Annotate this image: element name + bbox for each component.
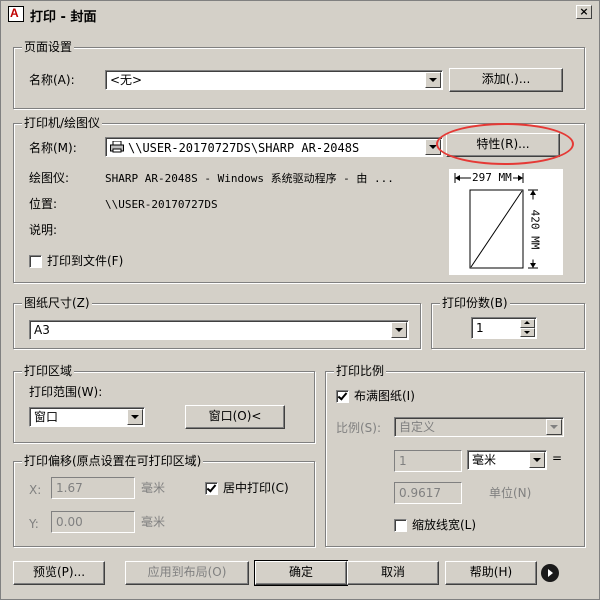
close-icon[interactable]: × [576,5,592,19]
plotter-label: 绘图仪: [29,171,70,185]
paper-height-label: 420 MM [528,199,542,260]
print-offset-group: 打印偏移(原点设置在可打印区域) [13,454,315,547]
offset-x-value: 1.67 [56,481,83,495]
decrement-arrow-icon[interactable] [520,328,535,337]
paper-size-legend: 图纸尺寸(Z) [22,296,92,310]
chevron-down-icon[interactable] [425,72,441,88]
scale-value2-field[interactable]: 0.9617 [394,482,462,504]
offset-y-value: 0.00 [56,515,83,529]
printer-legend: 打印机/绘图仪 [22,116,103,130]
description-label: 说明: [29,223,58,237]
scale-units-label: 单位(N) [489,486,532,500]
scale-value1-field[interactable]: 1 [394,450,462,472]
print-dialog: A 打印 - 封面 × 页面设置 名称(A): <无> 添加(.)... 打印机… [0,0,600,600]
page-setup-name-label: 名称(A): [29,73,75,87]
window-select-button[interactable]: 窗口(O)< [185,405,285,429]
autocad-app-icon: A [8,6,24,22]
add-page-setup-button[interactable]: 添加(.)... [449,68,563,92]
print-range-dropdown[interactable]: 窗口 [29,407,145,427]
highlight-ellipse [436,123,574,165]
copies-value: 1 [476,321,484,335]
scale-unit-dropdown[interactable]: 毫米 [467,450,547,470]
center-plot-label: 居中打印(C) [223,481,289,495]
printer-name-dropdown[interactable]: \\USER-20170727DS\SHARP AR-2048S [105,137,443,157]
ok-button[interactable]: 确定 [254,560,348,586]
app-icon-letter: A [10,6,19,20]
help-button[interactable]: 帮助(H) [445,561,537,585]
print-scale-legend: 打印比例 [334,364,387,378]
fit-to-paper-label: 布满图纸(I) [354,389,415,403]
print-range-label: 打印范围(W): [29,385,103,399]
increment-arrow-icon[interactable] [520,319,535,328]
offset-x-field[interactable]: 1.67 [51,477,135,499]
scale-value2: 0.9617 [399,486,441,500]
page-setup-name-value: <无> [110,73,143,87]
location-label: 位置: [29,197,58,211]
scale-unit-value: 毫米 [472,453,497,467]
paper-size-dropdown[interactable]: A3 [29,320,409,340]
scale-value: 自定义 [399,420,436,434]
center-plot-checkbox[interactable] [205,482,218,495]
chevron-down-icon[interactable] [391,322,407,338]
paper-preview-diagram [454,173,538,269]
paper-width-label: 297 MM [471,171,513,184]
title-bar: A 打印 - 封面 × [2,2,598,26]
chevron-down-icon[interactable] [529,452,545,468]
page-setup-legend: 页面设置 [22,40,75,54]
offset-y-label: Y: [29,517,39,531]
print-to-file-checkbox[interactable] [29,255,42,268]
printer-name-label: 名称(M): [29,141,77,155]
scale-lineweights-checkbox[interactable] [394,519,407,532]
copies-stepper[interactable]: 1 [471,317,537,339]
chevron-down-icon[interactable] [127,409,143,425]
offset-y-field[interactable]: 0.00 [51,511,135,533]
print-offset-legend: 打印偏移(原点设置在可打印区域) [22,454,204,468]
scale-dropdown[interactable]: 自定义 [394,417,564,437]
fit-to-paper-checkbox[interactable] [336,390,349,403]
print-area-legend: 打印区域 [22,364,75,378]
plotter-value: SHARP AR-2048S - Windows 系统驱动程序 - 由 ... [105,172,394,185]
scale-lineweights-label: 缩放线宽(L) [412,518,477,532]
paper-preview: 297 MM 420 MM [449,169,563,275]
chevron-down-icon[interactable] [546,419,562,435]
print-to-file-label: 打印到文件(F) [47,254,124,268]
offset-y-unit: 毫米 [141,515,166,529]
scale-label: 比例(S): [336,421,382,435]
more-options-icon[interactable] [541,564,559,582]
paper-size-value: A3 [34,323,50,337]
offset-x-unit: 毫米 [141,481,166,495]
scale-equals: = [552,451,563,465]
printer-icon [110,140,124,153]
offset-x-label: X: [29,483,42,497]
printer-name-value: \\USER-20170727DS\SHARP AR-2048S [128,141,360,155]
page-setup-name-dropdown[interactable]: <无> [105,70,443,90]
preview-button[interactable]: 预览(P)... [13,561,105,585]
print-range-value: 窗口 [34,410,59,424]
window-title: 打印 - 封面 [30,10,97,25]
location-value: \\USER-20170727DS [105,198,218,211]
copies-legend: 打印份数(B) [440,296,510,310]
apply-to-layout-button[interactable]: 应用到布局(O) [125,561,249,585]
scale-value1: 1 [399,454,407,468]
cancel-button[interactable]: 取消 [347,561,439,585]
